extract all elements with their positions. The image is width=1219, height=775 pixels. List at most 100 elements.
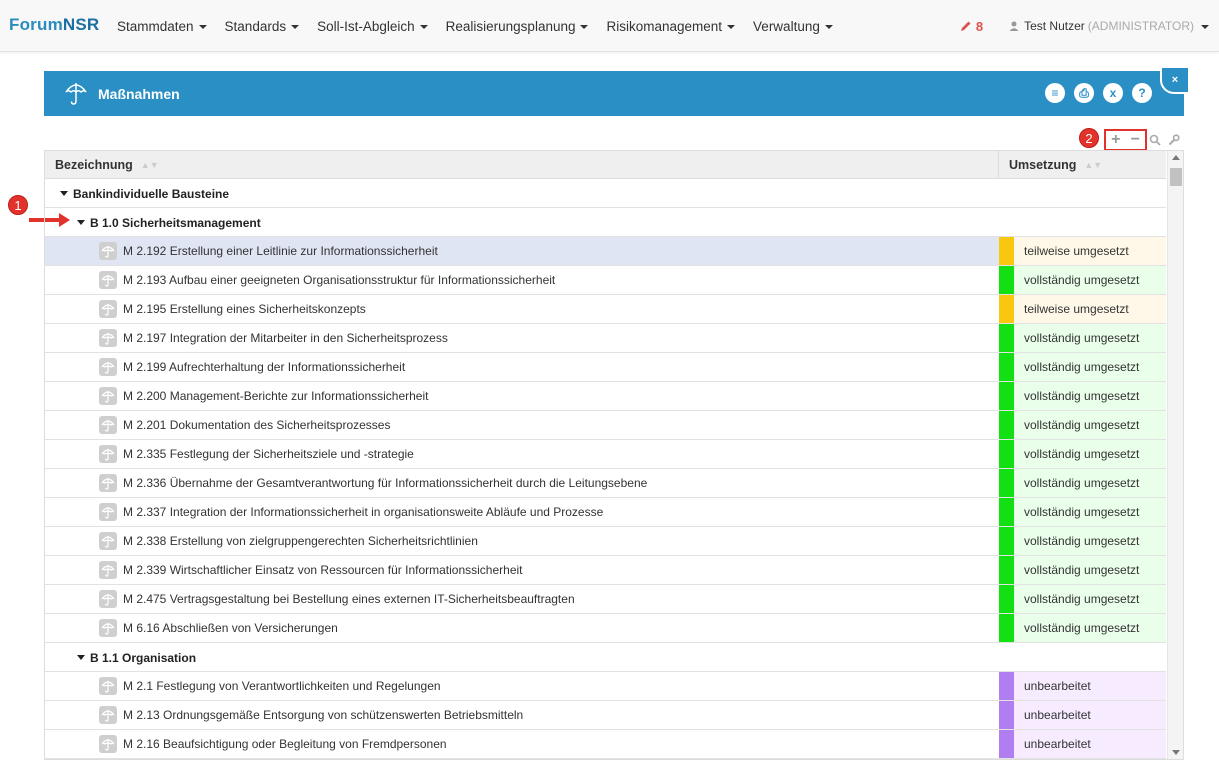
status-cell[interactable]: teilweise umgesetzt [1014, 237, 1166, 265]
status-color-indicator [999, 237, 1014, 265]
chevron-down-icon [824, 25, 833, 29]
caret-down-icon[interactable] [77, 220, 85, 225]
table-row[interactable]: M 2.193 Aufbau einer geeigneten Organisa… [45, 266, 1166, 295]
table-row[interactable]: M 2.197 Integration der Mitarbeiter in d… [45, 324, 1166, 353]
measure-label: M 2.335 Festlegung der Sicherheitsziele … [123, 447, 414, 461]
name-cell[interactable]: M 2.336 Übernahme der Gesamtverantwortun… [45, 469, 999, 497]
table-row[interactable]: M 2.199 Aufrechterhaltung der Informatio… [45, 353, 1166, 382]
chevron-down-icon [580, 25, 589, 29]
close-icon[interactable]: × [1160, 66, 1190, 94]
group-toggle[interactable]: B 1.1 Organisation [77, 643, 196, 672]
table-row[interactable]: M 2.195 Erstellung eines Sicherheitskonz… [45, 295, 1166, 324]
search-icon[interactable] [1149, 134, 1161, 146]
table-row[interactable]: M 2.337 Integration der Informationssich… [45, 498, 1166, 527]
status-cell[interactable]: unbearbeitet [1014, 672, 1166, 700]
table-row[interactable]: M 2.339 Wirtschaftlicher Einsatz von Res… [45, 556, 1166, 585]
status-cell[interactable]: vollständig umgesetzt [1014, 498, 1166, 526]
name-cell[interactable]: M 2.197 Integration der Mitarbeiter in d… [45, 324, 999, 352]
nav-item-soll-ist-abgleich[interactable]: Soll-Ist-Abgleich [308, 19, 437, 34]
status-cell[interactable]: unbearbeitet [1014, 730, 1166, 758]
name-cell[interactable]: M 2.339 Wirtschaftlicher Einsatz von Res… [45, 556, 999, 584]
measure-label: M 2.339 Wirtschaftlicher Einsatz von Res… [123, 563, 523, 577]
status-cell[interactable]: teilweise umgesetzt [1014, 295, 1166, 323]
umbrella-icon [99, 590, 117, 608]
name-cell[interactable]: M 2.16 Beaufsichtigung oder Begleitung v… [45, 730, 999, 758]
edit-count-link[interactable]: 8 [960, 19, 983, 34]
group-toggle[interactable]: B 1.0 Sicherheitsmanagement [77, 208, 261, 237]
table-row[interactable]: M 2.201 Dokumentation des Sicherheitspro… [45, 411, 1166, 440]
table-row[interactable]: M 2.200 Management-Berichte zur Informat… [45, 382, 1166, 411]
column-header-bezeichnung[interactable]: Bezeichnung ▲▼ [55, 151, 159, 179]
table-row[interactable]: M 2.13 Ordnungsgemäße Entsorgung von sch… [45, 701, 1166, 730]
table-row[interactable]: M 6.16 Abschließen von Versicherungen vol… [45, 614, 1166, 643]
group-toggle[interactable]: Bankindividuelle Bausteine [60, 179, 229, 208]
status-color-indicator [999, 498, 1014, 526]
chevron-down-icon [419, 25, 428, 29]
nav-item-label: Verwaltung [753, 18, 820, 34]
excel-icon[interactable]: x [1103, 83, 1123, 103]
group-row[interactable]: B 1.1 Organisation [45, 643, 1166, 672]
group-row[interactable]: B 1.0 Sicherheitsmanagement [45, 208, 1166, 237]
status-cell[interactable]: unbearbeitet [1014, 701, 1166, 729]
caret-down-icon[interactable] [77, 655, 85, 660]
chevron-down-icon [291, 25, 300, 29]
caret-down-icon[interactable] [60, 191, 68, 196]
brand-logo[interactable]: ForumNSR [9, 15, 99, 35]
status-cell[interactable]: vollständig umgesetzt [1014, 469, 1166, 497]
main-nav: Stammdaten Standards Soll-Ist-Abgleich Real… [108, 0, 842, 52]
status-cell[interactable]: vollständig umgesetzt [1014, 353, 1166, 381]
expand-all-button[interactable]: + [1111, 131, 1120, 149]
table-row[interactable]: M 2.16 Beaufsichtigung oder Begleitung v… [45, 730, 1166, 759]
status-cell[interactable]: vollständig umgesetzt [1014, 614, 1166, 642]
vertical-scrollbar[interactable] [1167, 151, 1183, 759]
name-cell[interactable]: M 2.193 Aufbau einer geeigneten Organisa… [45, 266, 999, 294]
top-navbar: ForumNSR Stammdaten Standards Soll-Ist-Abg… [0, 0, 1219, 52]
wrench-icon[interactable] [1168, 134, 1180, 146]
name-cell[interactable]: M 2.475 Vertragsgestaltung bei Bestellun… [45, 585, 999, 613]
table-row[interactable]: M 2.1 Festlegung von Verantwortlichkeite… [45, 672, 1166, 701]
nav-item-standards[interactable]: Standards [216, 19, 309, 34]
name-cell[interactable]: M 2.192 Erstellung einer Leitlinie zur I… [45, 237, 999, 265]
name-cell[interactable]: M 2.13 Ordnungsgemäße Entsorgung von sch… [45, 701, 999, 729]
column-header-label: Umsetzung [1009, 158, 1077, 172]
list-icon[interactable]: ≡ [1045, 83, 1065, 103]
collapse-all-button[interactable]: − [1131, 131, 1140, 149]
name-cell[interactable]: M 2.195 Erstellung eines Sicherheitskonz… [45, 295, 999, 323]
table-row[interactable]: M 2.338 Erstellung von zielgruppengerech… [45, 527, 1166, 556]
status-cell[interactable]: vollständig umgesetzt [1014, 556, 1166, 584]
scroll-down-icon[interactable] [1172, 750, 1180, 755]
table-row[interactable]: M 2.336 Übernahme der Gesamtverantwortun… [45, 469, 1166, 498]
name-cell[interactable]: M 2.1 Festlegung von Verantwortlichkeite… [45, 672, 999, 700]
status-cell[interactable]: vollständig umgesetzt [1014, 411, 1166, 439]
name-cell[interactable]: M 6.16 Abschließen von Versicherungen [45, 614, 999, 642]
status-cell[interactable]: vollständig umgesetzt [1014, 382, 1166, 410]
scroll-up-icon[interactable] [1172, 155, 1180, 160]
column-header-umsetzung[interactable]: Umsetzung ▲▼ [1009, 151, 1102, 179]
name-cell[interactable]: M 2.201 Dokumentation des Sicherheitspro… [45, 411, 999, 439]
status-cell[interactable]: vollständig umgesetzt [1014, 266, 1166, 294]
status-cell[interactable]: vollständig umgesetzt [1014, 440, 1166, 468]
grid-header: Bezeichnung ▲▼ Umsetzung ▲▼ [45, 151, 1166, 179]
name-cell[interactable]: M 2.199 Aufrechterhaltung der Informatio… [45, 353, 999, 381]
name-cell[interactable]: M 2.200 Management-Berichte zur Informat… [45, 382, 999, 410]
nav-item-risikomanagement[interactable]: Risikomanagement [597, 19, 744, 34]
nav-item-stammdaten[interactable]: Stammdaten [108, 19, 216, 34]
table-row[interactable]: M 2.335 Festlegung der Sicherheitsziele … [45, 440, 1166, 469]
umbrella-icon [99, 329, 117, 347]
name-cell[interactable]: M 2.335 Festlegung der Sicherheitsziele … [45, 440, 999, 468]
nav-item-realisierungsplanung[interactable]: Realisierungsplanung [437, 19, 598, 34]
group-row[interactable]: Bankindividuelle Bausteine [45, 179, 1166, 208]
user-menu[interactable]: Test Nutzer (ADMINISTRATOR) [1009, 19, 1209, 33]
scroll-thumb[interactable] [1170, 168, 1182, 186]
pdf-icon[interactable]: ⎙ [1074, 83, 1094, 103]
table-row[interactable]: M 2.192 Erstellung einer Leitlinie zur I… [45, 237, 1166, 266]
nav-item-verwaltung[interactable]: Verwaltung [744, 19, 842, 34]
table-row[interactable]: M 2.475 Vertragsgestaltung bei Bestellun… [45, 585, 1166, 614]
column-divider[interactable] [998, 151, 999, 179]
help-icon[interactable]: ? [1132, 83, 1152, 103]
name-cell[interactable]: M 2.337 Integration der Informationssich… [45, 498, 999, 526]
status-cell[interactable]: vollständig umgesetzt [1014, 585, 1166, 613]
status-cell[interactable]: vollständig umgesetzt [1014, 324, 1166, 352]
name-cell[interactable]: M 2.338 Erstellung von zielgruppengerech… [45, 527, 999, 555]
status-cell[interactable]: vollständig umgesetzt [1014, 527, 1166, 555]
